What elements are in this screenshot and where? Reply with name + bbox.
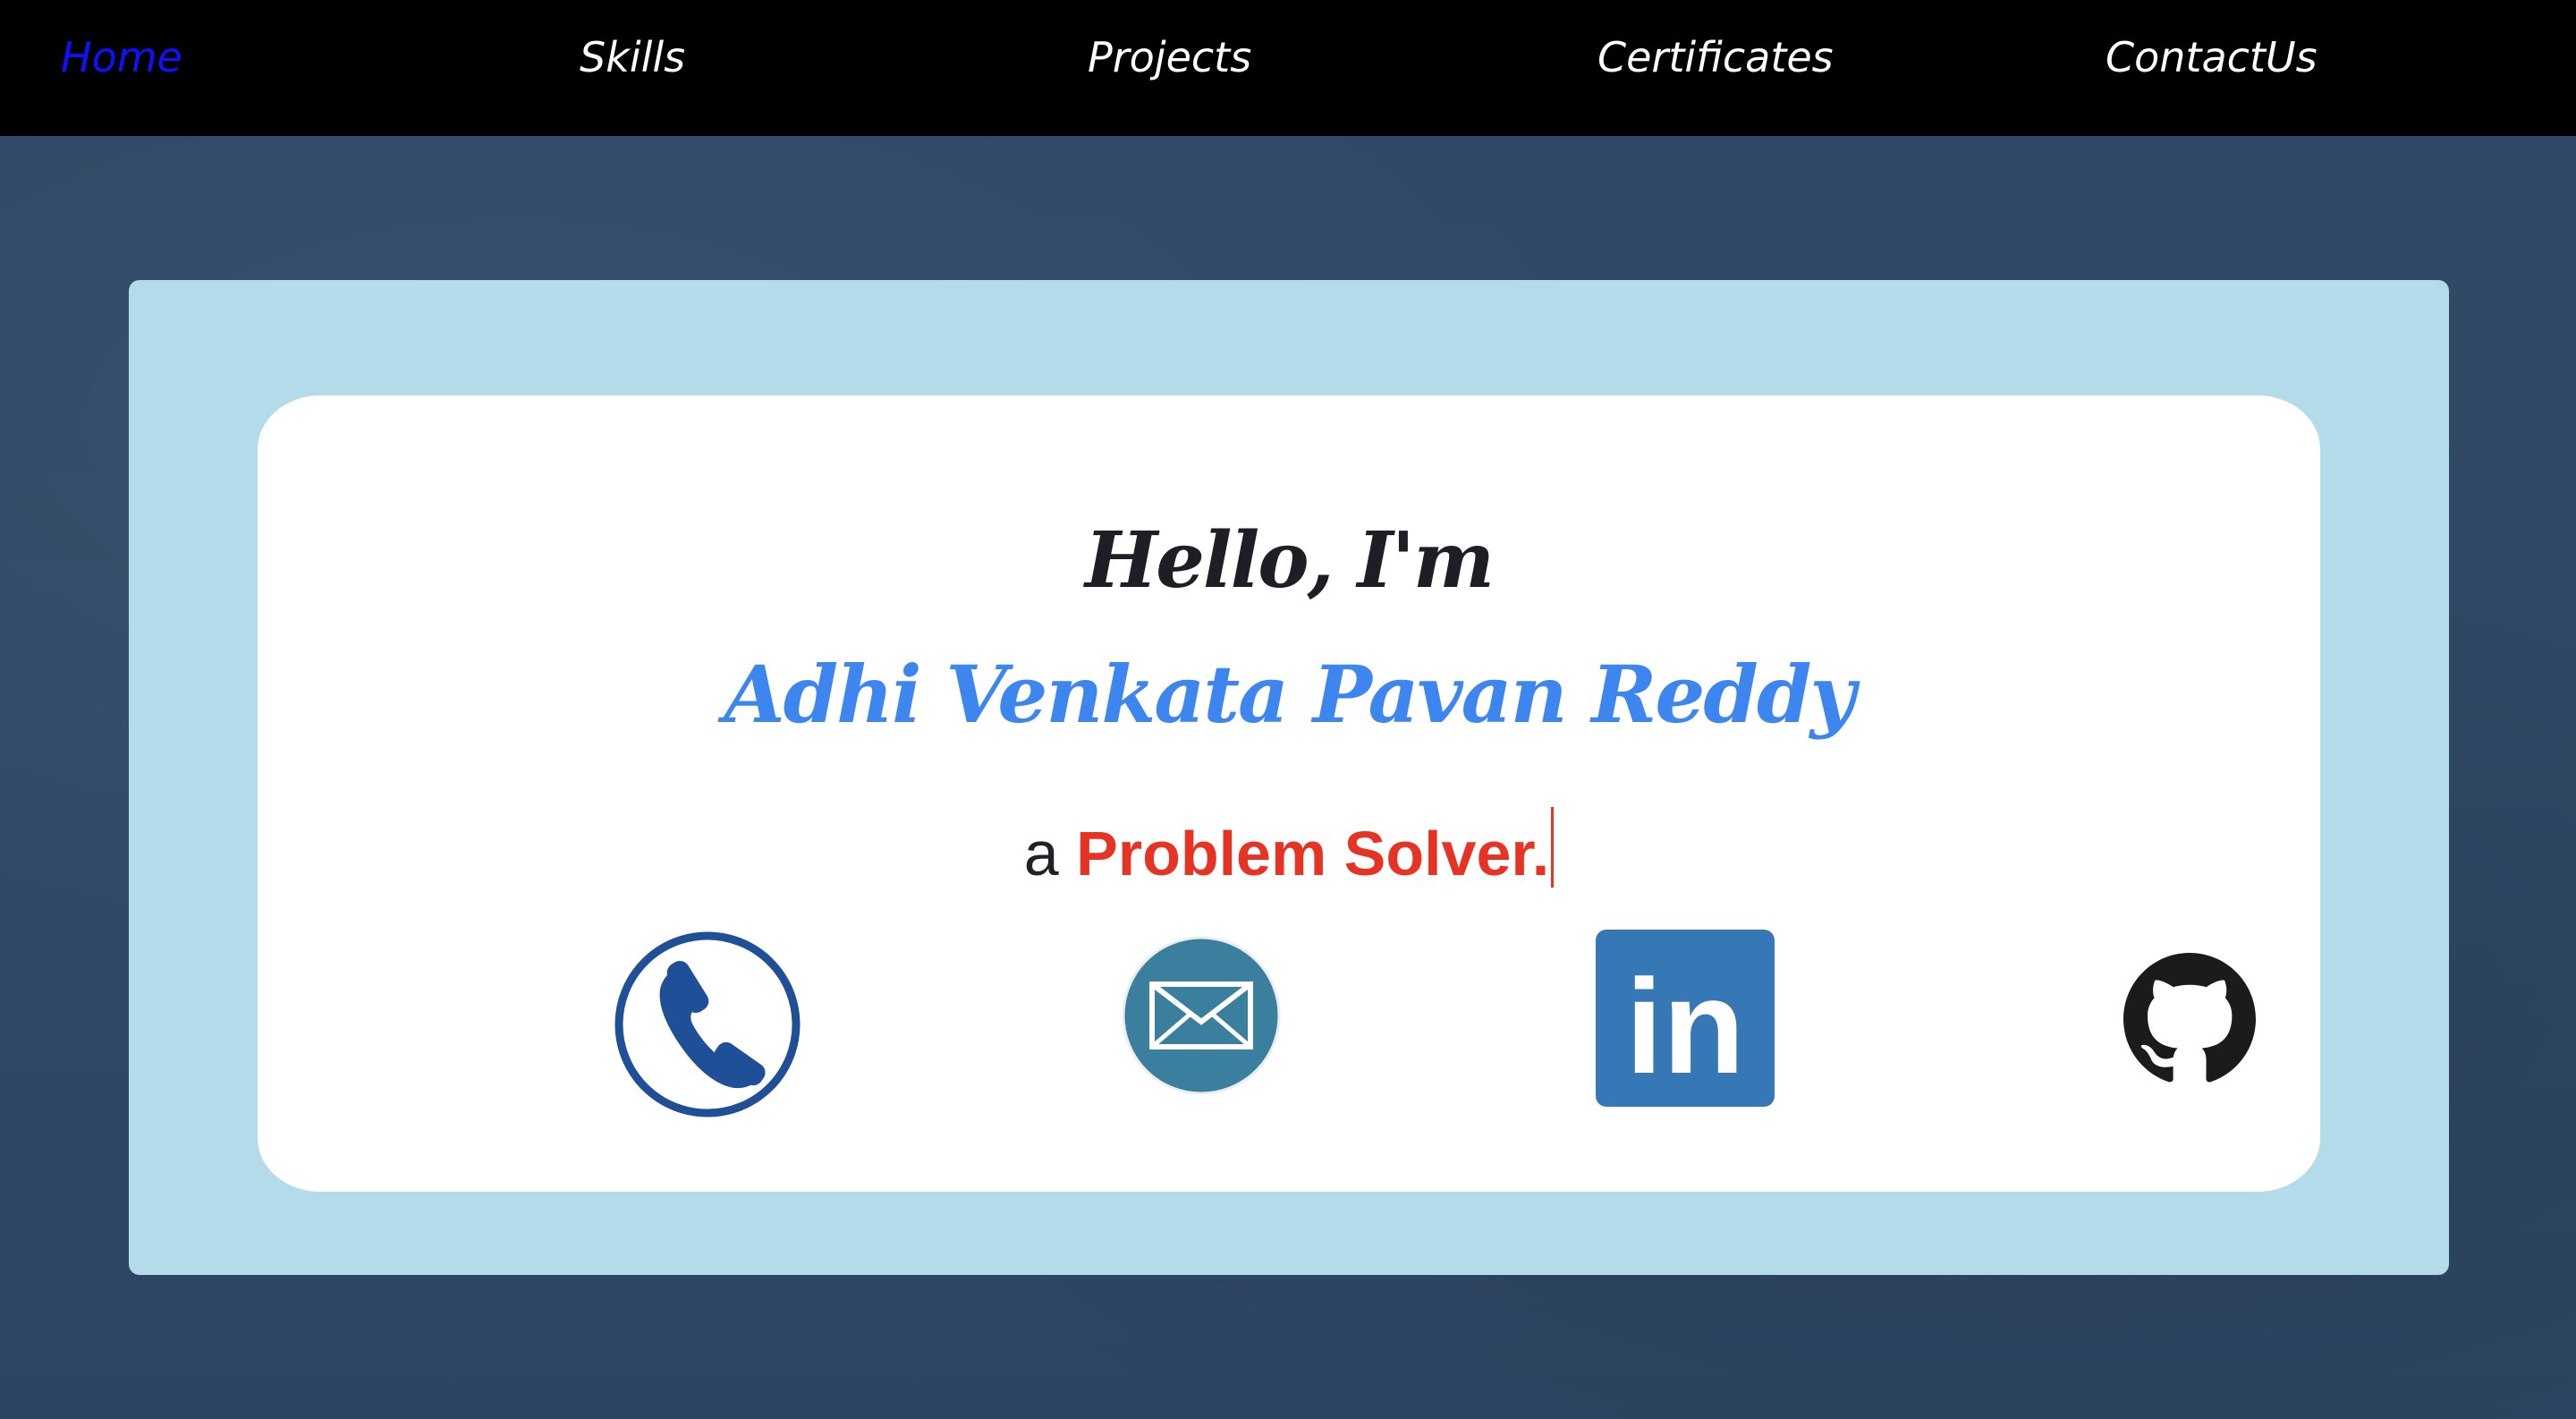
nav-skills-link[interactable]: Skills [580, 32, 685, 82]
tagline: a Problem Solver. [258, 807, 2320, 889]
greeting-heading: Hello, I'm [1084, 515, 1495, 606]
nav-home-link[interactable]: Home [61, 32, 182, 82]
linkedin-icon[interactable]: in [1596, 930, 1775, 1107]
linkedin-logo-text: in [1625, 951, 1744, 1101]
tagline-role: Problem Solver. [1076, 819, 1550, 888]
nav-contactus-link[interactable]: ContactUs [2106, 32, 2318, 82]
typing-caret [1551, 807, 1555, 888]
hero-outer-panel: Hello, I'm Adhi Venkata Pavan Reddy a Pr… [129, 280, 2449, 1275]
top-navbar: Home Skills Projects Certificates Contac… [0, 0, 2576, 136]
nav-projects-link[interactable]: Projects [1088, 32, 1251, 82]
tagline-prefix: a [1023, 819, 1059, 888]
github-icon[interactable] [2123, 953, 2256, 1085]
email-icon[interactable] [1122, 936, 1281, 1095]
hero-card: Hello, I'm Adhi Venkata Pavan Reddy a Pr… [258, 395, 2320, 1192]
phone-icon[interactable] [614, 930, 801, 1118]
nav-certificates-link[interactable]: Certificates [1597, 32, 1834, 82]
name-heading: Adhi Venkata Pavan Reddy [724, 648, 1855, 741]
